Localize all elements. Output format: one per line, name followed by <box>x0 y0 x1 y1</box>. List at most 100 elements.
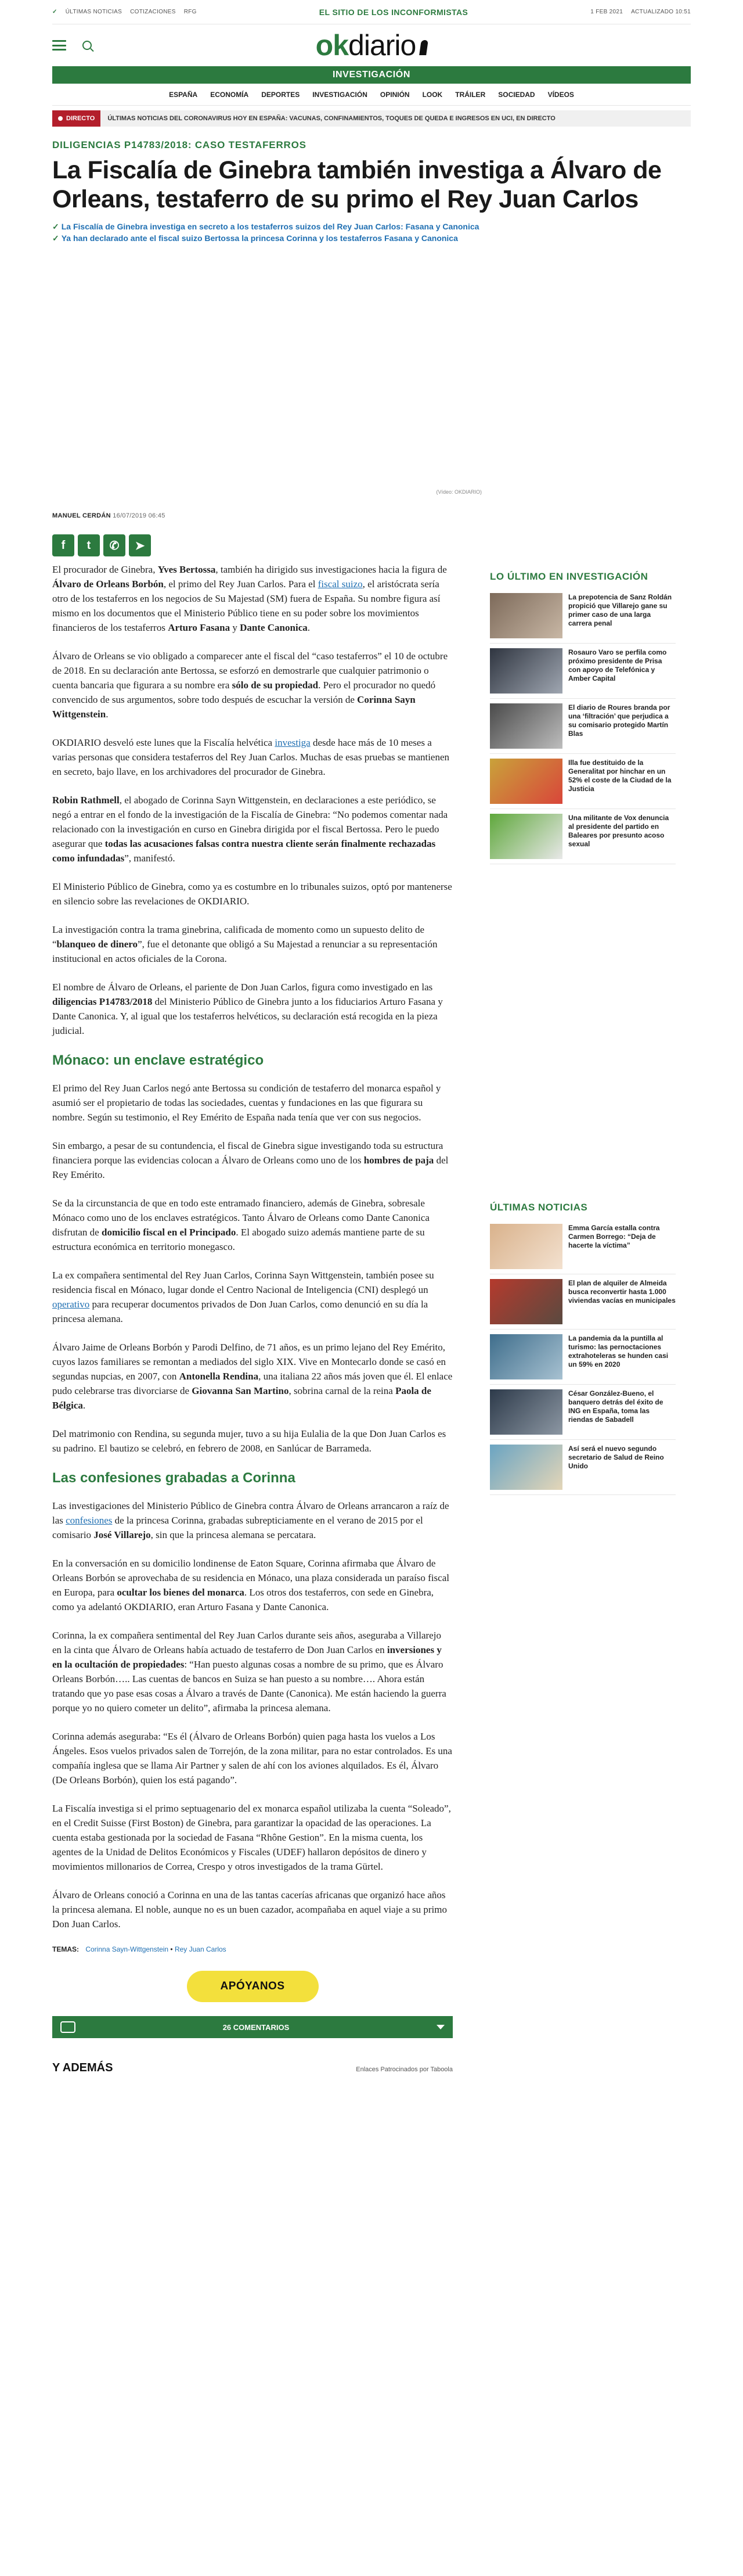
search-icon[interactable] <box>82 41 92 50</box>
sidebar-story[interactable]: Una militante de Vox denuncia al preside… <box>490 809 676 864</box>
story-thumbnail[interactable] <box>490 1334 562 1379</box>
sidebar-story[interactable]: Illa fue destituido de la Generalitat po… <box>490 754 676 809</box>
story-headline[interactable]: Una militante de Vox denuncia al preside… <box>568 814 676 859</box>
mourning-ribbon-icon <box>419 40 429 55</box>
story-headline[interactable]: La pandemia da la puntilla al turismo: l… <box>568 1334 676 1379</box>
nav-item-sociedad[interactable]: SOCIEDAD <box>498 91 535 99</box>
paragraph: La ex compañera sentimental del Rey Juan… <box>52 1270 434 1324</box>
header-left <box>52 40 168 51</box>
nav-item-investigacion[interactable]: INVESTIGACIÓN <box>312 91 367 99</box>
live-ticker[interactable]: DIRECTO Últimas noticias del coronavirus… <box>52 110 691 127</box>
inline-link[interactable]: investiga <box>275 737 310 748</box>
top-bar-right: 1 FEB 2021 Actualizado 10:51 <box>590 9 691 15</box>
paragraph: La investigación contra la trama ginebri… <box>52 924 438 964</box>
nav-item-videos[interactable]: VÍDEOS <box>548 91 574 99</box>
sidebar-spacer-mid <box>490 864 676 1201</box>
site-logo[interactable]: ok diario <box>315 28 429 62</box>
bold-text: Antonella Rendina <box>179 1371 259 1382</box>
paragraph: El nombre de Álvaro de Orleans, el parie… <box>52 982 443 1036</box>
sidebar-story[interactable]: Rosauro Varo se perfila como próximo pre… <box>490 644 676 699</box>
story-headline[interactable]: César González-Bueno, el banquero detrás… <box>568 1389 676 1435</box>
more-section-header: Y ADEMÁS Enlaces Patrocinados por Tabool… <box>52 2061 453 2075</box>
story-thumbnail[interactable] <box>490 814 562 859</box>
paragraph: El procurador de Ginebra, Yves Bertossa,… <box>52 564 447 633</box>
whatsapp-icon[interactable]: ✆ <box>103 534 125 556</box>
video-caption: (Vídeo: OKDIARIO) <box>436 489 482 495</box>
top-link-cotizaciones[interactable]: Cotizaciones <box>130 9 176 15</box>
bold-text: hombres de paja <box>363 1155 434 1166</box>
related-link[interactable]: ✓ La Fiscalía de Ginebra investiga en sec… <box>52 221 691 232</box>
bold-text: Yves Bertossa <box>157 564 216 575</box>
inline-link[interactable]: confesiones <box>66 1515 112 1526</box>
nav-item-opinion[interactable]: OPINIÓN <box>380 91 410 99</box>
more-title: Y ADEMÁS <box>52 2061 113 2074</box>
topic-link[interactable]: Corinna Sayn-Wittgenstein <box>85 1945 168 1953</box>
top-link-ultimas[interactable]: Últimas noticias <box>66 9 122 15</box>
menu-icon[interactable] <box>52 40 66 51</box>
check-icon: ✓ <box>52 222 59 231</box>
sidebar-story[interactable]: La pandemia da la puntilla al turismo: l… <box>490 1330 676 1385</box>
paragraph: En la conversación en su domicilio londi… <box>52 1558 449 1612</box>
story-headline[interactable]: Emma García estalla contra Carmen Borreg… <box>568 1224 676 1269</box>
bold-text: todas las acusaciones falsas contra nues… <box>52 838 436 864</box>
story-thumbnail[interactable] <box>490 1389 562 1435</box>
sidebar-story[interactable]: La prepotencia de Sanz Roldán propició q… <box>490 588 676 644</box>
support-area: APÓYANOS <box>52 1971 453 2002</box>
inline-link[interactable]: fiscal suizo <box>318 579 363 590</box>
story-headline[interactable]: El plan de alquiler de Almeida busca rec… <box>568 1279 676 1324</box>
paragraph: Álvaro Jaime de Orleans Borbón y Parodi … <box>52 1342 453 1411</box>
article-main: MANUEL CERDÁN 16/07/2019 06:45 f t ✆ ➤ E… <box>52 512 453 2075</box>
telegram-icon[interactable]: ➤ <box>129 534 151 556</box>
story-headline[interactable]: Así será el nuevo segundo secretario de … <box>568 1445 676 1490</box>
section-band[interactable]: INVESTIGACIÓN <box>52 66 691 84</box>
story-thumbnail[interactable] <box>490 703 562 749</box>
site-header: ok diario <box>52 24 691 66</box>
story-thumbnail[interactable] <box>490 648 562 694</box>
inline-link[interactable]: operativo <box>52 1299 89 1310</box>
nav-item-espana[interactable]: ESPAÑA <box>169 91 197 99</box>
sidebar: LO ÚLTIMO EN INVESTIGACIÓN La prepotenci… <box>490 512 676 2075</box>
nav-item-economia[interactable]: ECONOMÍA <box>210 91 248 99</box>
sidebar-story[interactable]: El diario de Roures branda por una ‘filt… <box>490 699 676 754</box>
twitter-icon[interactable]: t <box>78 534 100 556</box>
logo-ok: ok <box>315 29 349 62</box>
story-thumbnail[interactable] <box>490 1224 562 1269</box>
check-icon: ✓ <box>52 9 57 15</box>
video-player[interactable]: (Vídeo: OKDIARIO) <box>52 252 691 496</box>
topics-label: TEMAS: <box>52 1945 79 1953</box>
story-thumbnail[interactable] <box>490 759 562 804</box>
bold-text: sólo de su propiedad <box>232 680 319 691</box>
bold-text: diligencias P14783/2018 <box>52 996 153 1007</box>
main-nav: ESPAÑA ECONOMÍA DEPORTES INVESTIGACIÓN O… <box>52 84 691 106</box>
related-link[interactable]: ✓ Ya han declarado ante el fiscal suizo B… <box>52 232 691 244</box>
story-headline[interactable]: La prepotencia de Sanz Roldán propició q… <box>568 593 676 638</box>
article-columns: MANUEL CERDÁN 16/07/2019 06:45 f t ✆ ➤ E… <box>52 512 691 2075</box>
bold-text: blanqueo de dinero <box>56 939 138 950</box>
live-headline[interactable]: Últimas noticias del coronavirus hoy en … <box>100 115 556 122</box>
nav-item-trailer[interactable]: TRÁILER <box>455 91 485 99</box>
sidebar-story[interactable]: Así será el nuevo segundo secretario de … <box>490 1440 676 1495</box>
support-button[interactable]: APÓYANOS <box>186 1971 319 2002</box>
sidebar-story[interactable]: El plan de alquiler de Almeida busca rec… <box>490 1274 676 1330</box>
sidebar-story[interactable]: Emma García estalla contra Carmen Borreg… <box>490 1219 676 1274</box>
comments-bar[interactable]: 26 COMENTARIOS <box>52 2016 453 2038</box>
topic-link[interactable]: Rey Juan Carlos <box>175 1945 226 1953</box>
paragraph: Se da la circunstancia de que en todo es… <box>52 1198 430 1252</box>
story-headline[interactable]: Rosauro Varo se perfila como próximo pre… <box>568 648 676 694</box>
sidebar-story[interactable]: César González-Bueno, el banquero detrás… <box>490 1385 676 1440</box>
facebook-icon[interactable]: f <box>52 534 74 556</box>
story-thumbnail[interactable] <box>490 1279 562 1324</box>
story-headline[interactable]: El diario de Roures branda por una ‘filt… <box>568 703 676 749</box>
top-link-rfg[interactable]: RFG <box>184 9 197 15</box>
author-name[interactable]: MANUEL CERDÁN <box>52 512 111 519</box>
related-link-text: Ya han declarado ante el fiscal suizo Be… <box>61 233 458 243</box>
story-thumbnail[interactable] <box>490 593 562 638</box>
nav-item-deportes[interactable]: DEPORTES <box>261 91 300 99</box>
sponsored-note[interactable]: Enlaces Patrocinados por Taboola <box>356 2066 453 2073</box>
story-thumbnail[interactable] <box>490 1445 562 1490</box>
paragraph: Álvaro de Orleans se vio obligado a comp… <box>52 651 448 720</box>
news-list: Emma García estalla contra Carmen Borreg… <box>490 1219 676 1495</box>
live-dot-icon <box>58 116 63 121</box>
story-headline[interactable]: Illa fue destituido de la Generalitat po… <box>568 759 676 804</box>
nav-item-look[interactable]: LOOK <box>423 91 443 99</box>
